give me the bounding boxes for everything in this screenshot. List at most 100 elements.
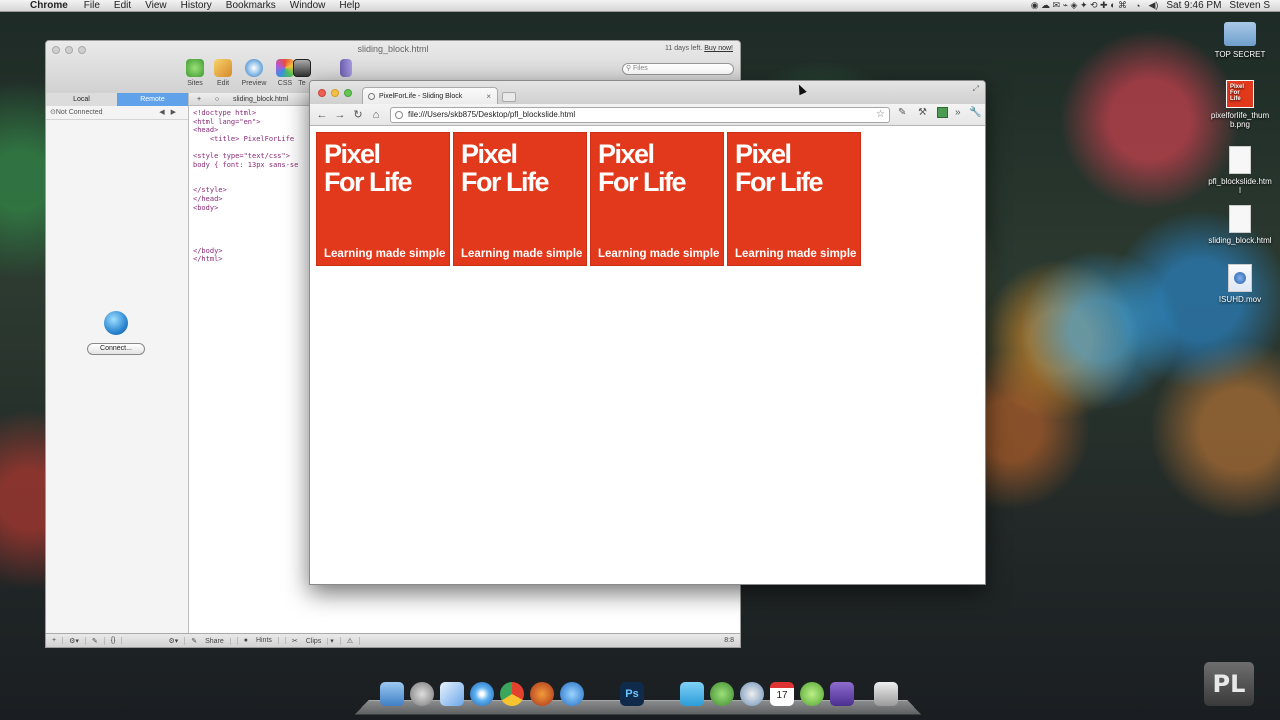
extension-icon-3[interactable] [937,107,948,118]
extension-icon-2[interactable]: ⚒ [918,107,927,118]
toolbar-edit-button[interactable]: Edit [208,59,238,93]
pencil-icon [214,59,232,77]
file-tab[interactable]: sliding_block.html [225,96,296,103]
settings-icon[interactable]: ⚙▾ [162,636,186,645]
menubar-user[interactable]: Steven S [1229,0,1270,11]
braces-icon[interactable]: {} [105,637,123,644]
chrome-window-controls [318,89,352,97]
coda-icon[interactable] [800,682,824,706]
wifi-icon[interactable]: ◔ [1135,1,1140,11]
safari-icon[interactable] [470,682,494,706]
bookmark-star-icon[interactable]: ☆ [876,108,885,122]
gear-icon[interactable]: ⚙▾ [63,636,86,645]
pfl-block-line1: Pixel [598,139,655,169]
menubar-clock[interactable]: Sat 9:46 PM [1166,0,1221,11]
menu-edit[interactable]: Edit [114,0,131,11]
pixelforlife-watermark: PL [1204,662,1254,706]
page-icon [395,111,403,119]
pfl-block-tagline: Learning made simple [735,248,857,260]
buy-now-link[interactable]: Buy now! [704,45,733,52]
tab-close-icon[interactable]: × [486,88,491,105]
mail-icon[interactable] [440,682,464,706]
wrench-icon[interactable]: 🔧 [969,107,981,118]
zoom-icon[interactable] [344,89,352,97]
pfl-block[interactable]: Pixel For Life Learning made simple [727,132,861,266]
chrome-tab-strip: PixelForLife - Sliding Block × ⤢ [310,81,985,104]
menu-window[interactable]: Window [290,0,326,11]
status-tray: ◉ ☁ ✉ ⌁ ◈ ✦ ⟲ ✚ ◐ ⌘ ◔ ◀) Sat 9:46 PM Ste… [1031,0,1280,11]
desktop-icon-sliding-block[interactable]: sliding_block.html [1208,205,1272,245]
toolbar-terminal-label: Te [298,80,306,87]
desktop-icon-label: sliding_block.html [1208,236,1272,245]
desktop-icon-pfl-blockslide[interactable]: pfl_blockslide.html [1208,146,1272,195]
minimize-icon[interactable] [331,89,339,97]
files-search-input[interactable]: ⚲ Files [622,63,734,75]
desktop-icon-isuhd[interactable]: ISUHD.mov [1208,264,1272,304]
extension-icon[interactable]: ✎ [898,107,906,118]
html-file-icon [1229,146,1251,174]
trash-icon[interactable] [874,682,898,706]
twitter-icon[interactable] [680,682,704,706]
menu-app-name[interactable]: Chrome [30,0,68,11]
share-button[interactable]: ✎ Share [185,636,238,645]
reload-icon[interactable]: ↻ [349,108,367,121]
toolbar-edit-label: Edit [216,80,230,87]
toolbar-preview-button[interactable]: Preview [239,59,269,93]
toolbar-preview-label: Preview [241,80,267,87]
dock: Ps 17 [354,676,922,716]
connect-button[interactable]: Connect... [87,343,145,355]
connection-status[interactable]: Not Connected [56,106,103,119]
finder-icon[interactable] [380,682,404,706]
pfl-block[interactable]: Pixel For Life Learning made simple [590,132,724,266]
tab-local[interactable]: Local [46,93,117,106]
menu-bookmarks[interactable]: Bookmarks [226,0,276,11]
hints-button[interactable]: ● Hints [238,637,286,644]
firefox-icon[interactable] [530,682,554,706]
globe-icon [104,311,128,335]
pfl-block-tagline: Learning made simple [598,248,720,260]
desktop-icon-thumb[interactable]: Pixel For Life pixelforlife_thumb.png [1208,80,1272,129]
folder-icon [1224,22,1256,46]
back-icon[interactable]: ← [313,109,331,121]
editor-status-bar: + ⚙▾ ✎ {} ⚙▾ ✎ Share ● Hints ✂ Clips ▾ ⚠… [46,633,740,647]
toolbar-sites-label: Sites [187,80,203,87]
network-icon[interactable] [740,682,764,706]
desktop-icon-label: ISUHD.mov [1218,295,1262,304]
extensions-overflow-icon[interactable]: » [955,107,961,118]
pfl-block[interactable]: Pixel For Life Learning made simple [316,132,450,266]
volume-icon[interactable]: ◀) [1148,0,1158,11]
image-file-icon: Pixel For Life [1226,80,1254,108]
photoshop-icon[interactable]: Ps [620,682,644,706]
adium-icon[interactable] [710,682,734,706]
chrome-icon[interactable] [500,682,524,706]
menu-view[interactable]: View [145,0,167,11]
address-bar[interactable]: file:///Users/skb875/Desktop/pfl_blocksl… [390,107,890,123]
apps-icon[interactable] [830,682,854,706]
itunes-icon[interactable] [560,682,584,706]
nav-arrows-icon[interactable]: ◀▶ [159,106,188,119]
menu-help[interactable]: Help [339,0,360,11]
desktop-icon-top-secret[interactable]: TOP SECRET [1210,22,1270,59]
calendar-icon[interactable]: 17 [770,682,794,706]
tray-icons[interactable]: ◉ ☁ ✉ ⌁ ◈ ✦ ⟲ ✚ ◐ ⌘ [1031,0,1127,11]
book-icon [340,59,352,77]
tab-remote[interactable]: Remote [117,93,188,106]
new-tab-button[interactable] [502,92,516,102]
forward-icon[interactable]: → [331,109,349,121]
warning-icon[interactable]: ⚠ [341,636,361,645]
add-site-icon[interactable]: + [46,637,64,644]
menu-file[interactable]: File [84,0,100,11]
home-icon[interactable]: ⌂ [367,109,385,121]
fullscreen-icon[interactable]: ⤢ [973,84,979,94]
toolbar-sites-button[interactable]: Sites [180,59,210,93]
cursor-position: 8:8 [724,637,734,644]
add-tab-icon[interactable]: + [189,96,209,103]
browser-tab[interactable]: PixelForLife - Sliding Block × [362,87,498,104]
close-icon[interactable] [318,89,326,97]
share-label: Share [199,637,231,645]
tools-icon[interactable]: ✎ [86,636,105,645]
clips-button[interactable]: ✂ Clips ▾ [286,636,341,645]
menu-history[interactable]: History [181,0,212,11]
pfl-block[interactable]: Pixel For Life Learning made simple [453,132,587,266]
launchpad-icon[interactable] [410,682,434,706]
